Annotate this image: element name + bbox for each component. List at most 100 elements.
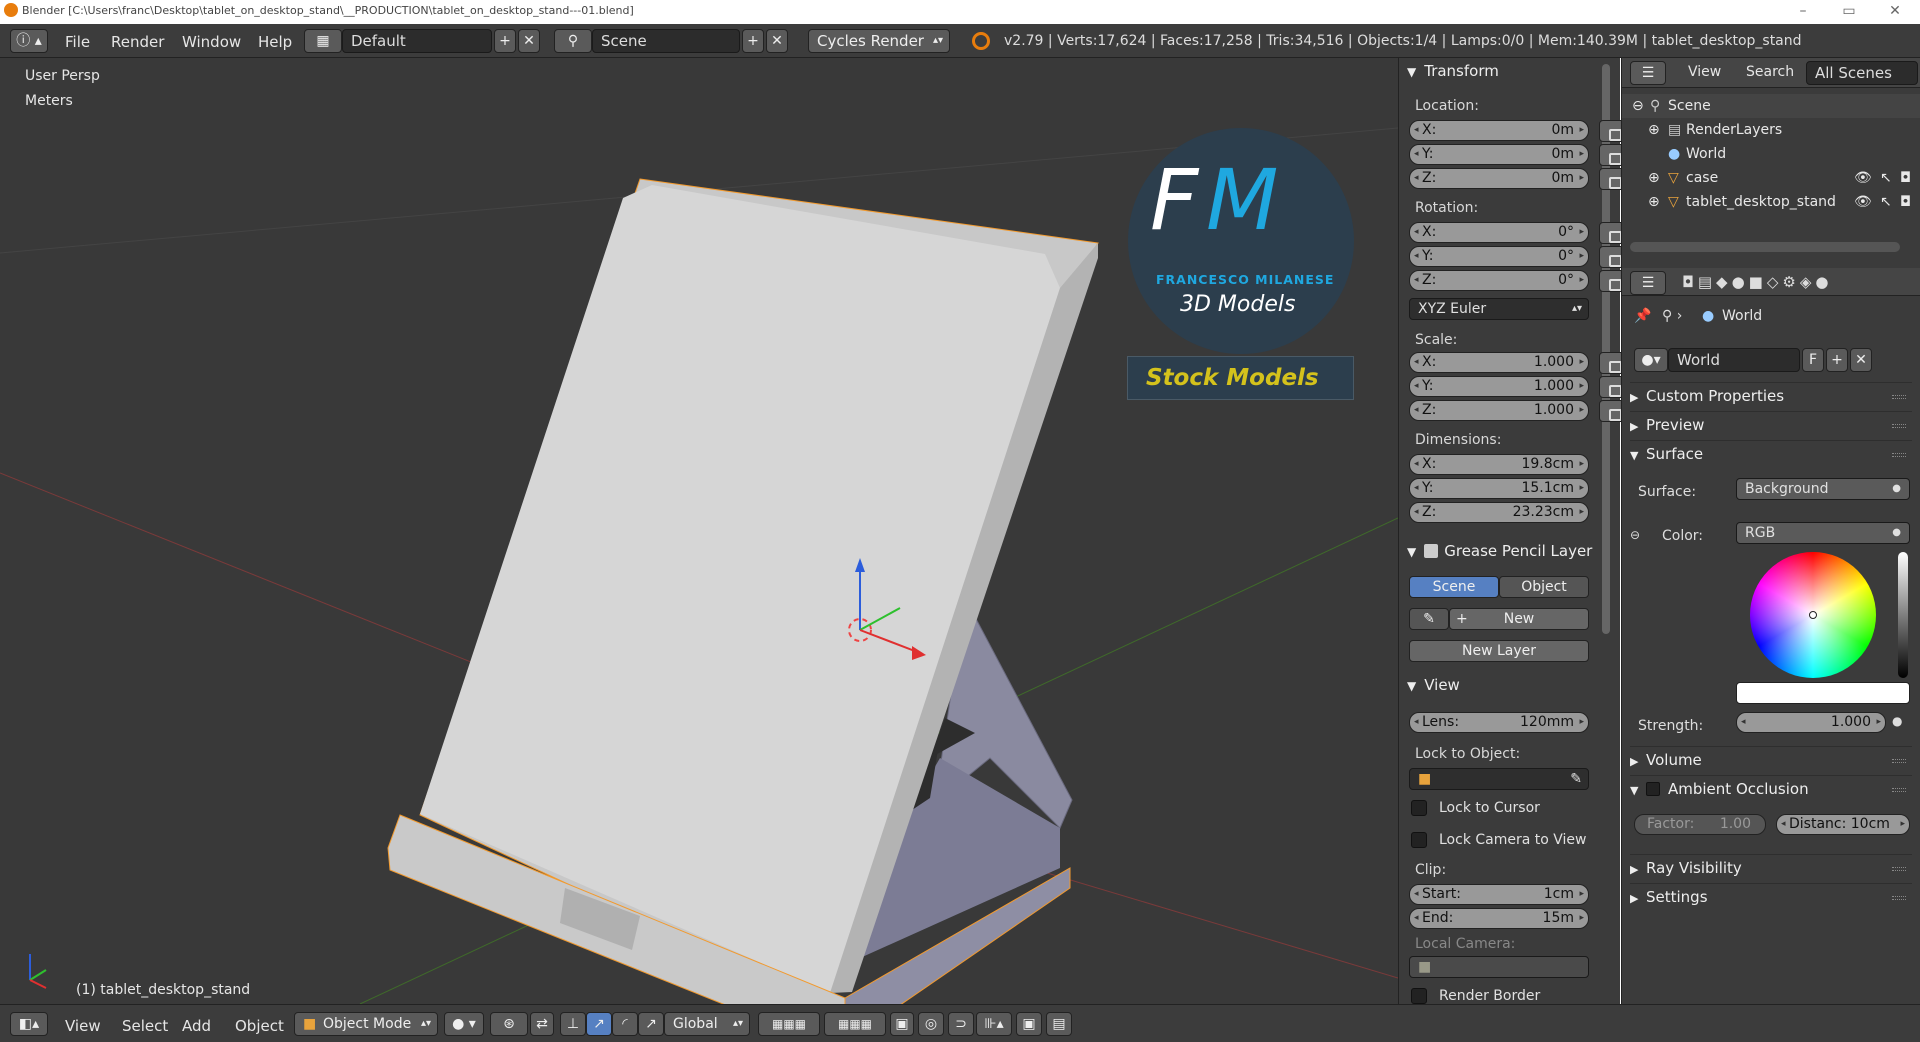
bottom-menu-select[interactable]: Select — [122, 1017, 168, 1035]
rotation-x-field[interactable]: ◂ X: 0° ▸ — [1409, 222, 1589, 243]
render-border-checkbox[interactable] — [1411, 988, 1427, 1004]
new-world-button[interactable]: + — [1826, 348, 1848, 372]
pin-icon[interactable]: 📌 — [1634, 308, 1651, 324]
color-swatch[interactable] — [1736, 682, 1910, 704]
fake-user-button[interactable]: F — [1802, 348, 1824, 372]
mode-select[interactable]: ■ Object Mode ▴▾ — [294, 1012, 438, 1036]
editor-type-info-button[interactable]: ⓘ ▴ — [10, 29, 48, 53]
outliner-menu-view[interactable]: View — [1688, 64, 1721, 80]
opengl-anim-button[interactable]: ▤ — [1046, 1012, 1072, 1036]
color-wheel[interactable] — [1750, 552, 1876, 678]
shading-select[interactable]: ● ▾ — [444, 1012, 484, 1036]
transform-header[interactable]: ▼ Transform — [1407, 62, 1499, 80]
dimensions-x-field[interactable]: ◂ X: 19.8cm ▸ — [1409, 454, 1589, 475]
clip-start-field[interactable]: ◂ Start: 1cm ▸ — [1409, 884, 1589, 905]
surface-select[interactable]: Background ● — [1736, 478, 1910, 500]
outliner-row-scene[interactable]: ⊖ ⚲ Scene — [1622, 94, 1920, 118]
grease-scene-tab[interactable]: Scene — [1409, 576, 1499, 598]
outliner-scrollbar[interactable] — [1630, 242, 1900, 252]
bottom-menu-view[interactable]: View — [65, 1017, 101, 1035]
clip-end-field[interactable]: ◂ End: 15m ▸ — [1409, 908, 1589, 929]
scene-icon-button[interactable]: ⚲ — [554, 29, 592, 53]
outliner-row-world[interactable]: ● World — [1622, 142, 1920, 166]
ao-factor-field[interactable]: Factor: 1.00 — [1634, 814, 1766, 835]
add-layout-button[interactable]: + — [494, 29, 516, 53]
cursor-icon[interactable]: ↖ — [1880, 166, 1892, 190]
expand-icon[interactable]: ⊕ — [1648, 166, 1660, 190]
layers-grid-2[interactable]: ▦▦▦ — [824, 1012, 886, 1036]
rotate-manipulator[interactable]: ◜ — [612, 1012, 638, 1036]
new-layer-button[interactable]: New Layer — [1409, 640, 1589, 662]
location-x-field[interactable]: ◂ X: 0m ▸ — [1409, 120, 1589, 141]
bottom-menu-add[interactable]: Add — [182, 1017, 211, 1035]
location-z-field[interactable]: ◂ Z: 0m ▸ — [1409, 168, 1589, 189]
rotation-y-field[interactable]: ◂ Y: 0° ▸ — [1409, 246, 1589, 267]
outliner-editor-type-button[interactable]: ☰ — [1630, 61, 1666, 85]
orientation-select[interactable]: Global ▴▾ — [664, 1012, 750, 1036]
lock-camera-checkbox[interactable] — [1411, 832, 1427, 848]
grease-new-button[interactable]: + New — [1449, 608, 1589, 630]
minimize-button[interactable]: – — [1780, 0, 1826, 24]
camera-icon[interactable]: ◘ — [1900, 166, 1911, 190]
world-name-field[interactable]: World — [1668, 348, 1800, 372]
menu-window[interactable]: Window — [182, 33, 241, 51]
properties-editor-type-button[interactable]: ☰ — [1630, 271, 1666, 295]
menu-render[interactable]: Render — [111, 33, 164, 51]
collapse-icon[interactable]: ⊖ — [1632, 94, 1644, 118]
translate-manipulator[interactable]: ⊥ — [560, 1012, 586, 1036]
location-y-field[interactable]: ◂ Y: 0m ▸ — [1409, 144, 1589, 165]
color-wheel-cursor[interactable] — [1809, 611, 1817, 619]
grease-pencil-header[interactable]: ▼ Grease Pencil Layer — [1407, 542, 1592, 560]
3d-viewport[interactable]: User Persp Meters (1) tablet_desktop_sta… — [0, 58, 1398, 1004]
opengl-render-button[interactable]: ▣ — [1016, 1012, 1042, 1036]
menu-help[interactable]: Help — [258, 33, 292, 51]
section-custom-properties[interactable]: ▶ Custom Properties — [1630, 382, 1912, 408]
pencil-icon[interactable]: ✎ — [1409, 608, 1449, 630]
section-volume[interactable]: ▶ Volume — [1630, 746, 1912, 772]
delete-scene-button[interactable]: ✕ — [766, 29, 788, 53]
snap-element-select[interactable]: ⊪▴ — [976, 1012, 1012, 1036]
link-socket-icon[interactable]: ⊖ — [1630, 528, 1640, 542]
ao-checkbox[interactable] — [1646, 782, 1660, 796]
camera-icon[interactable]: ◘ — [1900, 190, 1911, 214]
outliner-row-renderlayers[interactable]: ⊕ ▤ RenderLayers — [1622, 118, 1920, 142]
add-scene-button[interactable]: + — [742, 29, 764, 53]
eyedropper-icon[interactable]: ✎ — [1570, 769, 1582, 789]
expand-icon[interactable]: ⊕ — [1648, 190, 1660, 214]
expand-icon[interactable]: ⊕ — [1648, 118, 1660, 142]
rotation-z-field[interactable]: ◂ Z: 0° ▸ — [1409, 270, 1589, 291]
section-surface[interactable]: ▼ Surface — [1630, 440, 1912, 466]
proportional-edit-button[interactable]: ◎ — [918, 1012, 944, 1036]
scale-z-field[interactable]: ◂ Z: 1.000 ▸ — [1409, 400, 1589, 421]
dimensions-z-field[interactable]: ◂ Z: 23.23cm ▸ — [1409, 502, 1589, 523]
lock-object-field[interactable]: ■ ✎ — [1409, 768, 1589, 790]
screen-layout-icon-button[interactable]: ▦ — [304, 29, 342, 53]
screen-layout-field[interactable]: Default — [342, 29, 492, 53]
scale-x-field[interactable]: ◂ X: 1.000 ▸ — [1409, 352, 1589, 373]
outliner-row-tablet-desktop-stand[interactable]: ⊕ ▽ tablet_desktop_stand 👁 ↖ ◘ — [1622, 190, 1920, 214]
link-socket-icon[interactable]: ● — [1892, 714, 1902, 728]
bottom-menu-object[interactable]: Object — [235, 1017, 284, 1035]
ao-distance-field[interactable]: ◂ Distanc: 10cm ▸ — [1776, 814, 1910, 835]
grease-object-tab[interactable]: Object — [1499, 576, 1589, 598]
unlink-world-button[interactable]: ✕ — [1850, 348, 1872, 372]
delete-layout-button[interactable]: ✕ — [518, 29, 540, 53]
section-ray-visibility[interactable]: ▶ Ray Visibility — [1630, 854, 1912, 880]
checkbox-checked-icon[interactable] — [1424, 544, 1439, 558]
strength-field[interactable]: ◂ 1.000 ▸ — [1736, 712, 1886, 733]
eye-icon[interactable]: 👁 — [1854, 190, 1872, 214]
scale-y-field[interactable]: ◂ Y: 1.000 ▸ — [1409, 376, 1589, 397]
rotation-mode-select[interactable]: XYZ Euler ▴▾ — [1409, 298, 1589, 320]
layer-lock-button[interactable]: ▣ — [890, 1012, 914, 1036]
layers-grid-1[interactable]: ▦▦▦ — [758, 1012, 820, 1036]
outliner-menu-search[interactable]: Search — [1746, 64, 1794, 80]
view-header[interactable]: ▼ View — [1407, 676, 1460, 694]
section-preview[interactable]: ▶ Preview — [1630, 411, 1912, 437]
section-ambient-occlusion[interactable]: ▼ Ambient Occlusion — [1630, 775, 1912, 801]
local-camera-field[interactable]: ■ — [1409, 956, 1589, 978]
scene-field[interactable]: Scene — [592, 29, 740, 53]
outliner-filter-select[interactable]: All Scenes — [1806, 61, 1918, 85]
scale-manipulator[interactable]: ↗ — [638, 1012, 664, 1036]
menu-file[interactable]: File — [65, 33, 90, 51]
maximize-button[interactable]: ▭ — [1826, 0, 1872, 24]
